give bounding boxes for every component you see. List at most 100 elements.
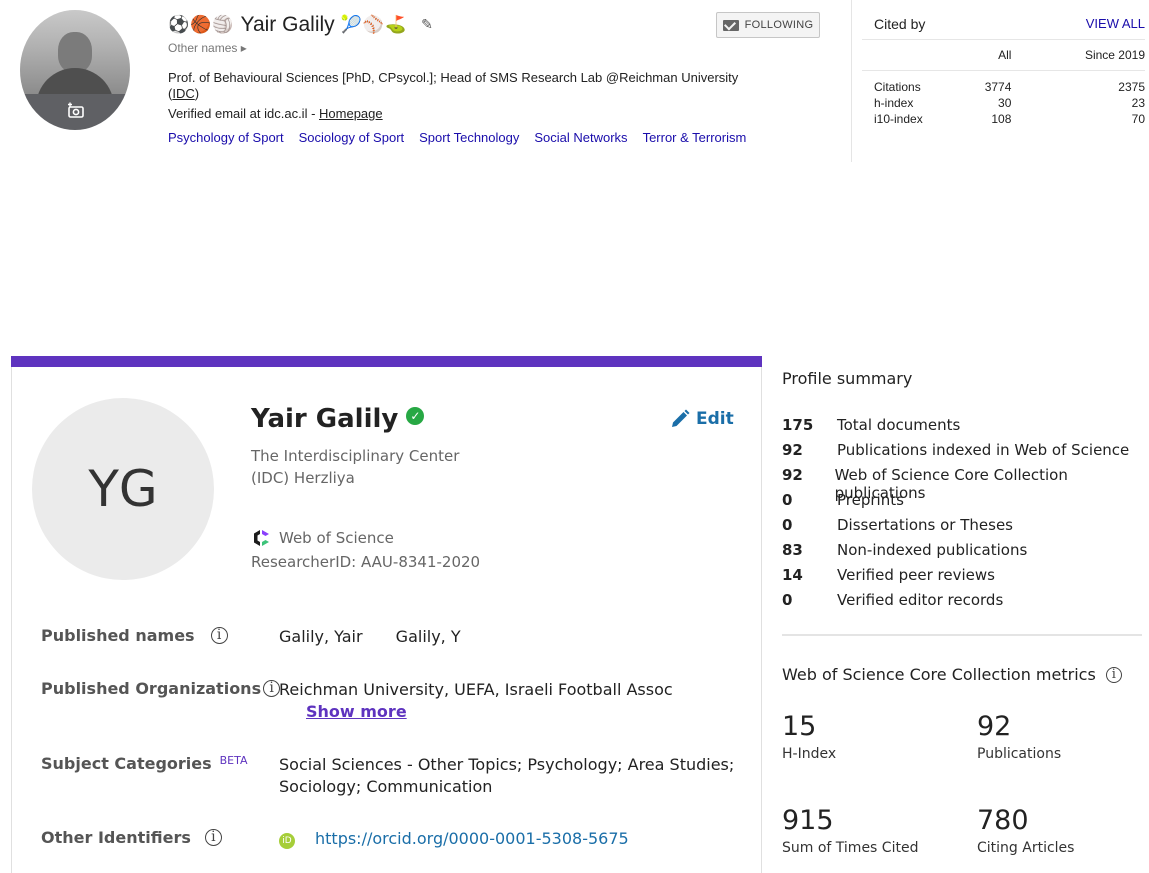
metric-since: 70 [1131, 111, 1145, 126]
homepage-link[interactable]: Homepage [319, 106, 383, 121]
card-accent-bar [11, 356, 762, 367]
other-names-toggle[interactable]: Other names ▸ [168, 41, 247, 55]
metric-value: 915 [782, 805, 834, 836]
table-header-row: All Since 2019 [862, 40, 1145, 71]
orcid-link[interactable]: https://orcid.org/0000-0001-5308-5675 [315, 829, 629, 848]
published-orgs-label-wrap: Published Organizations i [41, 679, 281, 698]
org-line-2: (IDC) Herzliya [251, 469, 355, 487]
affiliation: The Interdisciplinary Center (IDC) Herzl… [251, 445, 511, 489]
edit-pencil-icon[interactable]: ✎ [421, 17, 433, 33]
verified-check-icon: ✓ [406, 407, 425, 425]
researcher-id: ResearcherID: AAU-8341-2020 [251, 553, 481, 571]
subject-line-1: Social Sciences - Other Topics; Psycholo… [279, 755, 735, 774]
other-identifiers-label: Other Identifiers [41, 828, 191, 847]
other-identifiers-values: iD https://orcid.org/0000-0001-5308-5675 [279, 828, 629, 850]
summary-label: Dissertations or Theses [837, 516, 1014, 534]
interest-tag[interactable]: Psychology of Sport [168, 130, 284, 145]
metric-since: 2375 [1118, 79, 1145, 94]
list-item: 92 Publications indexed in Web of Science [782, 441, 1149, 466]
profile-summary-title: Profile summary [782, 369, 913, 388]
wos-name: Yair Galily [251, 404, 399, 434]
following-label: FOLLOWING [744, 19, 814, 31]
scholar-name: Yair Galily [240, 13, 335, 36]
metric-all: 3774 [984, 79, 1012, 94]
camera-add-icon[interactable] [66, 102, 86, 118]
metric-since: 23 [1131, 95, 1145, 110]
scholar-name-row: ⚽🏀🏐 Yair Galily 🎾⚾⛳ ✎ [168, 12, 433, 38]
interest-tag[interactable]: Sport Technology [419, 130, 519, 145]
column-header-all: All [952, 40, 1012, 71]
metrics-title: Web of Science Core Collection metrics [782, 665, 1096, 684]
scholar-bio: Prof. of Behavioural Sciences [PhD, CPsy… [168, 70, 808, 102]
summary-label: Verified editor records [837, 591, 1004, 609]
published-names-values: Galily, Yair Galily, Y [279, 626, 461, 648]
published-names-label: Published names [41, 626, 195, 645]
published-name: Galily, Y [395, 627, 461, 646]
metric-label: Sum of Times Cited [782, 840, 919, 856]
metric-value: 92 [977, 711, 1012, 742]
metric-all: 108 [991, 111, 1012, 126]
metric-value: 780 [977, 805, 1029, 836]
bio-text: Prof. of Behavioural Sciences [PhD, CPsy… [168, 70, 739, 85]
edit-button[interactable]: Edit [670, 409, 734, 429]
metric-label: Publications [977, 746, 1062, 762]
summary-label: Preprints [837, 491, 904, 509]
subject-label-wrap: Subject Categories BETA [41, 754, 248, 773]
edit-label: Edit [696, 409, 734, 429]
metric-label[interactable]: Citations [862, 70, 952, 95]
bio-close-paren: ) [194, 86, 200, 101]
pencil-icon [672, 409, 690, 427]
summary-count: 0 [782, 491, 793, 509]
profile-summary-list: 175 Total documents 92 Publications indexe… [782, 416, 1149, 616]
info-icon[interactable]: i [263, 680, 281, 697]
metric-label[interactable]: i10-index [862, 111, 952, 127]
list-item: 0 Preprints [782, 491, 1149, 516]
summary-count: 14 [782, 566, 803, 584]
interest-tag[interactable]: Terror & Terrorism [643, 130, 747, 145]
show-more-link[interactable]: Show more [306, 702, 407, 721]
metrics-title-row: Web of Science Core Collection metrics i [782, 665, 1122, 684]
email-text: Verified email at idc.ac.il - [168, 106, 320, 121]
interest-tag[interactable]: Social Networks [534, 130, 627, 145]
published-orgs-label: Published Organizations [41, 679, 262, 698]
view-all-link[interactable]: VIEW ALL [1086, 16, 1145, 31]
sport-emoji-right: 🎾⚾⛳ [340, 15, 408, 35]
info-icon[interactable]: i [210, 627, 228, 644]
list-item: 14 Verified peer reviews [782, 566, 1149, 591]
list-item: 83 Non-indexed publications [782, 541, 1149, 566]
section-divider [782, 634, 1142, 636]
orcid-icon: iD [279, 833, 295, 849]
metric-label: Citing Articles [977, 840, 1075, 856]
summary-count: 175 [782, 416, 814, 434]
summary-count: 83 [782, 541, 803, 559]
summary-label: Web of Science Core Collection publicati… [834, 466, 1068, 502]
metric-h-index: 15 H-Index [782, 711, 836, 762]
published-orgs: Reichman University, UEFA, Israeli Footb… [279, 680, 673, 699]
citation-table: All Since 2019 Citations 3774 2375 h-ind… [862, 40, 1145, 127]
scholar-avatar[interactable] [20, 10, 130, 130]
list-item: 0 Verified editor records [782, 591, 1149, 616]
published-names-label-wrap: Published names i [41, 626, 228, 645]
metric-label: H-Index [782, 746, 837, 762]
info-icon[interactable]: i [1105, 666, 1122, 683]
summary-label: Publications indexed in Web of Science [837, 441, 1130, 459]
mail-check-icon [722, 19, 739, 31]
interest-tag[interactable]: Sociology of Sport [299, 130, 405, 145]
idc-link[interactable]: IDC [172, 86, 194, 101]
summary-label: Total documents [837, 416, 961, 434]
clarivate-logo-icon [254, 530, 269, 546]
info-icon[interactable]: i [204, 829, 222, 846]
subject-categories-values: Social Sciences - Other Topics; Psycholo… [279, 754, 734, 798]
other-ids-label-wrap: Other Identifiers i [41, 828, 222, 847]
list-item: 175 Total documents [782, 416, 1149, 441]
column-header-since: Since 2019 [1011, 40, 1145, 71]
metric-label[interactable]: h-index [862, 95, 952, 111]
table-row: h-index 30 23 [862, 95, 1145, 111]
following-button[interactable]: FOLLOWING [716, 12, 820, 38]
wos-source-label: Web of Science [279, 529, 394, 547]
published-name: Galily, Yair [279, 627, 363, 646]
beta-badge: BETA [219, 754, 248, 767]
list-item: 0 Dissertations or Theses [782, 516, 1149, 541]
summary-label: Verified peer reviews [837, 566, 995, 584]
metric-all: 30 [998, 95, 1012, 110]
